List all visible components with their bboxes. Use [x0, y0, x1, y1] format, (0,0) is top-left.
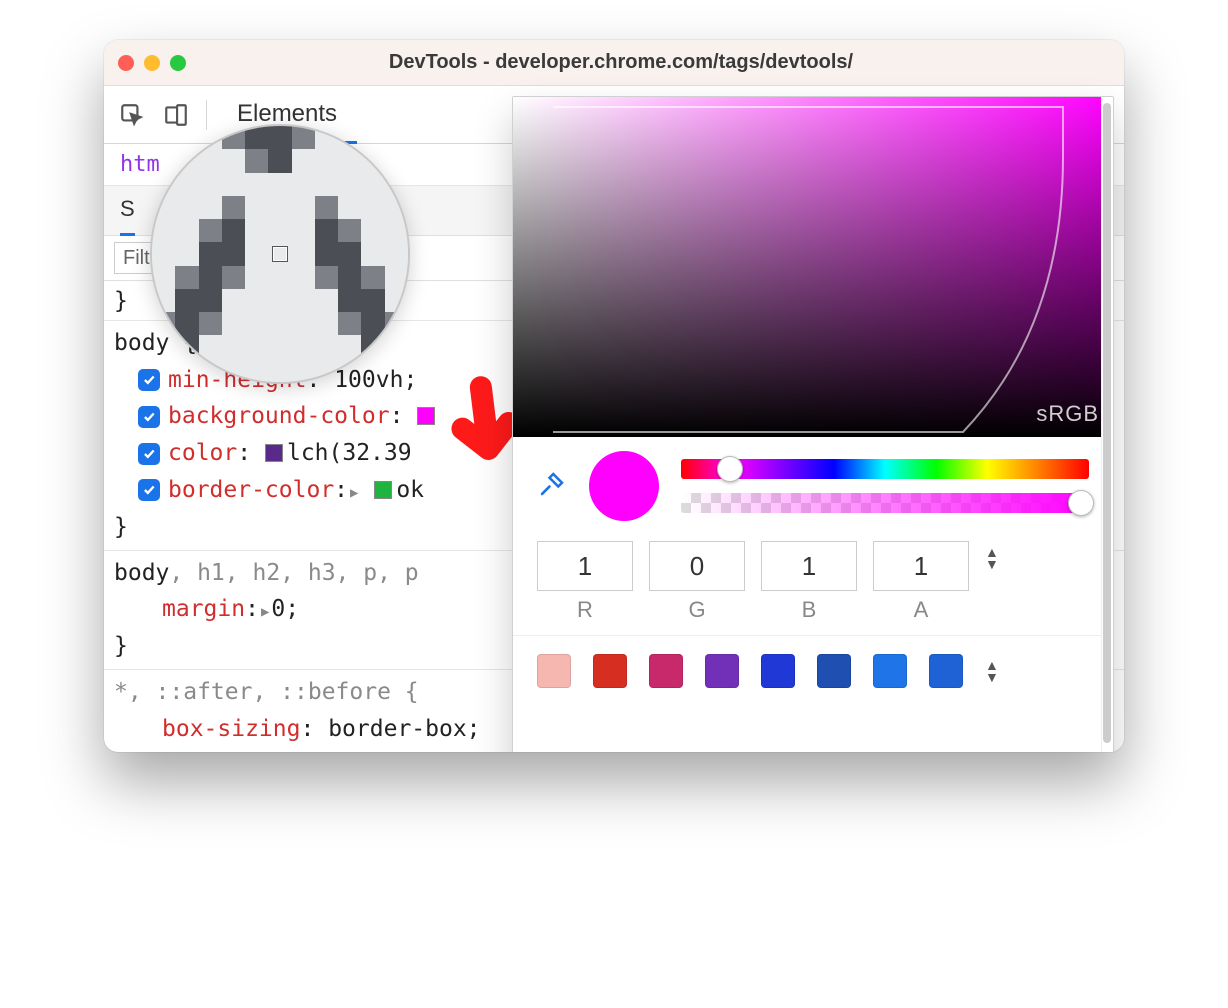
color-swatch[interactable] — [374, 481, 392, 499]
current-color-swatch — [589, 451, 659, 521]
window-title: DevTools - developer.chrome.com/tags/dev… — [132, 51, 1110, 74]
palette-swatch[interactable] — [929, 654, 963, 688]
format-switcher-icon[interactable]: ▲▼ — [985, 547, 999, 569]
palette-swatch[interactable] — [817, 654, 851, 688]
color-picker-popover: sRGB 1R 0G 1B 1A ▲▼ — [512, 96, 1114, 752]
inspect-icon[interactable] — [112, 95, 152, 135]
eyedropper-icon[interactable] — [537, 469, 567, 504]
checkbox-icon[interactable] — [138, 406, 160, 428]
toolbar-divider — [206, 100, 207, 130]
hue-thumb[interactable] — [717, 456, 743, 482]
palette-swatch[interactable] — [873, 654, 907, 688]
palette-row: ▲▼ — [513, 635, 1113, 706]
value-a-input[interactable]: 1 — [873, 541, 969, 591]
subtab-styles[interactable]: S — [120, 186, 135, 236]
scrollbar[interactable] — [1101, 97, 1113, 752]
checkbox-icon[interactable] — [138, 479, 160, 501]
value-b-input[interactable]: 1 — [761, 541, 857, 591]
color-swatch[interactable] — [265, 444, 283, 462]
palette-swatch[interactable] — [761, 654, 795, 688]
value-g-input[interactable]: 0 — [649, 541, 745, 591]
value-r-label: R — [537, 597, 633, 623]
checkbox-icon[interactable] — [138, 443, 160, 465]
eyedropper-loupe[interactable] — [150, 124, 410, 384]
palette-swatch[interactable] — [705, 654, 739, 688]
value-g-label: G — [649, 597, 745, 623]
gamut-label: sRGB — [1036, 401, 1099, 427]
palette-switcher-icon[interactable]: ▲▼ — [985, 660, 999, 682]
titlebar: DevTools - developer.chrome.com/tags/dev… — [104, 40, 1124, 86]
hue-slider[interactable] — [681, 459, 1089, 479]
palette-swatch[interactable] — [593, 654, 627, 688]
palette-swatch[interactable] — [537, 654, 571, 688]
value-r-input[interactable]: 1 — [537, 541, 633, 591]
alpha-thumb[interactable] — [1068, 490, 1094, 516]
devtools-window: DevTools - developer.chrome.com/tags/dev… — [104, 40, 1124, 752]
value-b-label: B — [761, 597, 857, 623]
expand-icon[interactable]: ▶ — [350, 485, 358, 501]
spectrum-field[interactable]: sRGB — [513, 97, 1113, 437]
expand-icon[interactable]: ▶ — [261, 604, 269, 620]
palette-swatch[interactable] — [649, 654, 683, 688]
value-a-label: A — [873, 597, 969, 623]
loupe-cursor — [273, 247, 287, 261]
alpha-slider[interactable] — [681, 493, 1089, 513]
